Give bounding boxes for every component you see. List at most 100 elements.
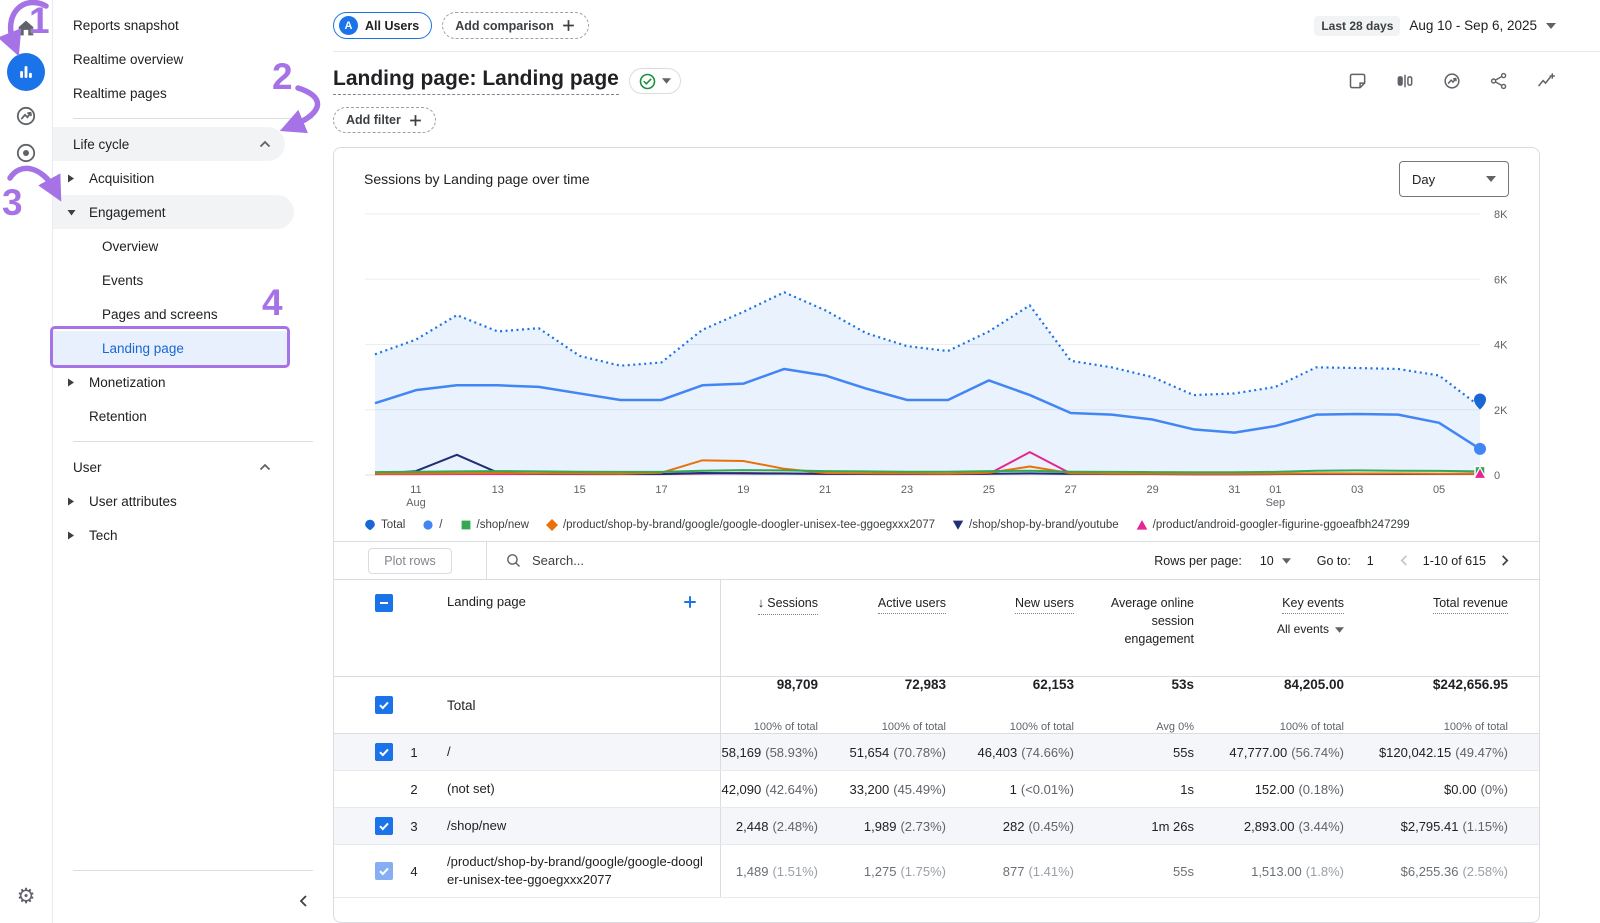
sidebar-section-user[interactable]: User	[53, 450, 285, 484]
page-title[interactable]: Landing page: Landing page	[333, 67, 619, 95]
insights-spark-icon[interactable]	[1536, 71, 1556, 91]
metric-value: $2,795.41	[1401, 819, 1459, 834]
row-checkbox[interactable]	[375, 817, 393, 835]
legend-item-[interactable]: /	[422, 519, 442, 531]
ab-compare-icon[interactable]	[1395, 71, 1415, 91]
metric-cell: 282(0.45%)	[980, 808, 1108, 844]
date-range-picker[interactable]: Last 28 days Aug 10 - Sep 6, 2025	[1314, 16, 1556, 36]
sidebar-item-acquisition[interactable]: Acquisition	[53, 161, 333, 195]
legend-item-product-android-googler-figurine-ggoeafb[interactable]: /product/android-googler-figurine-ggoeaf…	[1136, 519, 1410, 531]
sidebar-item-label: Overview	[102, 239, 158, 254]
add-comparison-button[interactable]: Add comparison	[442, 12, 589, 39]
search-input[interactable]	[532, 553, 832, 568]
plot-rows-button[interactable]: Plot rows	[368, 548, 451, 574]
granularity-select[interactable]: Day	[1399, 161, 1509, 197]
sidebar-section-life-cycle[interactable]: Life cycle	[53, 127, 285, 161]
row-number: 1	[398, 734, 430, 770]
table-row[interactable]: 3/shop/new2,448(2.48%)1,989(2.73%)282(0.…	[334, 808, 1539, 845]
total-value: 98,709	[777, 677, 818, 717]
table-row[interactable]: 4/product/shop-by-brand/google/google-do…	[334, 845, 1539, 898]
sidebar-item-landing-page[interactable]: Landing page	[53, 331, 288, 365]
expand-caret[interactable]	[67, 209, 79, 216]
chevron-down-icon	[1282, 558, 1291, 564]
x-axis-label: 25	[983, 484, 995, 496]
explore-icon[interactable]	[14, 104, 38, 128]
goto-page-input[interactable]: 1	[1367, 554, 1374, 568]
data-quality-badge[interactable]	[629, 68, 681, 94]
pagination-controls: Rows per page: 10 Go to: 1 1-10 of 615	[1154, 554, 1539, 568]
landing-page-name[interactable]: /shop/new	[430, 808, 720, 844]
dimension-header-label[interactable]: Landing page	[447, 594, 526, 609]
row-checkbox[interactable]	[375, 696, 393, 714]
metric-value: $6,255.36	[1401, 864, 1459, 879]
total-row-label: Total	[398, 677, 720, 733]
sidebar-item-pages-and-screens[interactable]: Pages and screens	[53, 297, 333, 331]
add-dimension-button[interactable]	[682, 594, 698, 610]
expand-caret[interactable]	[67, 174, 79, 183]
legend-item-product-shop-by-brand-google-google-doog[interactable]: /product/shop-by-brand/google/google-doo…	[546, 519, 935, 531]
metric-percent: (2.58%)	[1462, 864, 1508, 879]
collapse-sidebar-button[interactable]	[53, 879, 333, 923]
sidebar-item-tech[interactable]: Tech	[53, 518, 333, 552]
total-subvalue: 100% of total	[1280, 721, 1344, 733]
sidebar-item-user-attributes[interactable]: User attributes	[53, 484, 333, 518]
landing-page-name[interactable]: (not set)	[430, 771, 720, 807]
sidebar-item-realtime-overview[interactable]: Realtime overview	[53, 42, 333, 76]
sidebar-item-retention[interactable]: Retention	[53, 399, 333, 433]
table-row[interactable]: 1/58,169(58.93%)51,654(70.78%)46,403(74.…	[334, 734, 1539, 771]
add-filter-button[interactable]: Add filter	[333, 107, 436, 133]
total-subvalue: 100% of total	[882, 721, 946, 733]
next-page-icon[interactable]	[1498, 554, 1511, 567]
column-header-label: Average online session engagement	[1108, 594, 1194, 649]
metric-percent: (0%)	[1481, 782, 1508, 797]
landing-page-name[interactable]: /	[430, 734, 720, 770]
expand-caret[interactable]	[67, 531, 79, 540]
row-checkbox[interactable]	[375, 862, 393, 880]
reports-icon[interactable]	[7, 53, 45, 91]
legend-item-total[interactable]: Total	[364, 519, 405, 531]
check-icon	[378, 820, 390, 832]
insights-circle-icon[interactable]	[1442, 71, 1462, 91]
expand-caret[interactable]	[67, 497, 79, 506]
sidebar-item-reports-snapshot[interactable]: Reports snapshot	[53, 8, 333, 42]
metric-value: 55s	[1173, 745, 1194, 760]
legend-item-shop-shop-by-brand-youtube[interactable]: /shop/shop-by-brand/youtube	[952, 519, 1119, 531]
note-icon[interactable]	[1348, 71, 1368, 91]
sidebar-item-overview[interactable]: Overview	[53, 229, 333, 263]
advertising-icon[interactable]	[14, 141, 38, 165]
column-header-average-online-session-engagement[interactable]: Average online session engagement	[1108, 580, 1228, 676]
total-subvalue: 100% of total	[1444, 721, 1508, 733]
landing-page-name[interactable]: /product/shop-by-brand/google/google-doo…	[430, 845, 720, 897]
metric-percent: (1.51%)	[772, 864, 818, 879]
all-users-segment-chip[interactable]: A All Users	[333, 12, 432, 39]
column-header-key-events[interactable]: Key eventsAll events	[1228, 580, 1378, 676]
select-all-checkbox[interactable]	[375, 594, 393, 612]
sidebar-item-events[interactable]: Events	[53, 263, 333, 297]
settings-gear-icon[interactable]: ⚙	[17, 884, 36, 909]
chevron-up-icon	[259, 140, 271, 148]
share-icon[interactable]	[1489, 71, 1509, 91]
legend-item-shop-new[interactable]: /shop/new	[460, 519, 529, 531]
prev-page-icon[interactable]	[1398, 554, 1411, 567]
column-header-new-users[interactable]: New users	[980, 580, 1108, 676]
all-users-label: All Users	[365, 19, 419, 33]
sidebar-item-realtime-pages[interactable]: Realtime pages	[53, 76, 333, 110]
metric-percent: (2.73%)	[900, 819, 946, 834]
metric-percent: (1.75%)	[900, 864, 946, 879]
collapse-chevron[interactable]	[259, 463, 271, 471]
column-header-total-revenue[interactable]: Total revenue	[1378, 580, 1540, 676]
column-header-active-users[interactable]: Active users	[852, 580, 980, 676]
collapse-chevron[interactable]	[259, 140, 271, 148]
metric-cell: 877(1.41%)	[980, 845, 1108, 897]
sidebar-item-monetization[interactable]: Monetization	[53, 365, 333, 399]
sidebar-item-label: Realtime pages	[73, 86, 167, 101]
row-checkbox[interactable]	[375, 743, 393, 761]
table-row[interactable]: 2(not set)42,090(42.64%)33,200(45.49%)1(…	[334, 771, 1539, 808]
sessions-line-chart[interactable]: 8K6K4K2K011Aug1315171921232527293101Sep0…	[334, 197, 1540, 512]
events-filter-dropdown[interactable]: All events	[1277, 621, 1344, 638]
rows-per-page-select[interactable]: 10	[1260, 554, 1291, 568]
column-header-sessions[interactable]: ↓Sessions	[720, 580, 852, 676]
expand-caret[interactable]	[67, 378, 79, 387]
home-icon[interactable]	[14, 16, 38, 40]
sidebar-item-engagement[interactable]: Engagement	[53, 195, 294, 229]
